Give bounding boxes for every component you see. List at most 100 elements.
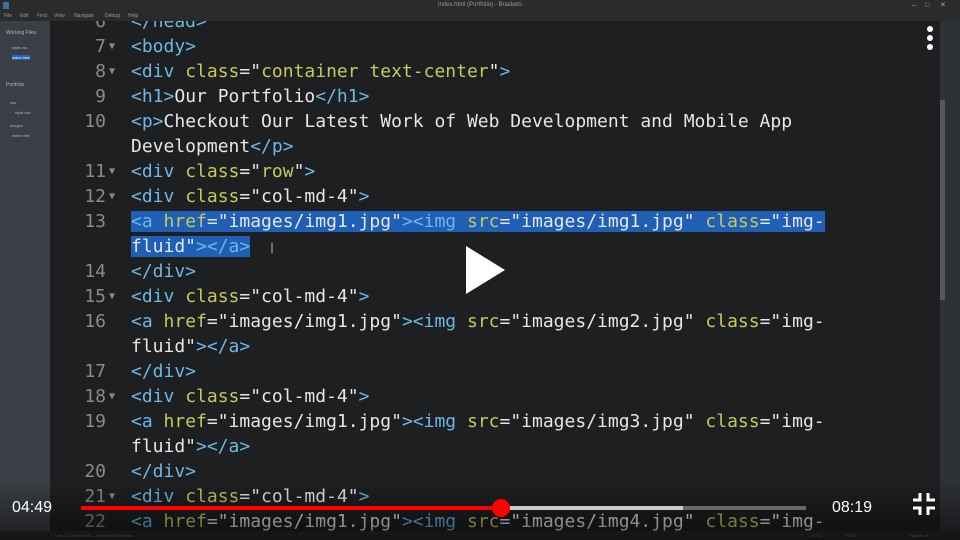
progress-scrubber-handle[interactable] (491, 499, 510, 517)
duration-time: 08:19 (832, 499, 873, 516)
fold-arrow-icon[interactable]: ▼ (109, 159, 115, 184)
code-line[interactable]: 10 <p>Checkout Our Latest Work of Web Dev… (51, 109, 940, 134)
code-token-tag: <div (131, 186, 186, 207)
fold-arrow-icon[interactable]: ▼ (109, 34, 115, 59)
code-token-str: fluid" (131, 236, 197, 257)
code-token-tag: > (358, 286, 370, 307)
window-title: index.html (Portfolio) - Brackets (438, 2, 522, 8)
line-number: 13 (84, 211, 106, 232)
code-token-tag: <a (131, 311, 164, 332)
line-number: 9 (95, 86, 106, 107)
close-icon: ✕ (940, 2, 946, 9)
code-token-str: = (239, 186, 251, 207)
play-button[interactable] (450, 240, 520, 300)
code-token-str: ="images/img1.jpg" (206, 211, 402, 232)
menu-help: Help (128, 13, 139, 19)
fullscreen-exit-icon (913, 493, 935, 515)
code-line[interactable]: 16 <a href="images/img1.jpg"><img src="im… (51, 309, 940, 334)
code-token-tag: </div> (131, 361, 197, 382)
code-token-attr: src (466, 311, 500, 332)
code-text: <a href="images/img1.jpg"><img src="imag… (131, 409, 825, 434)
line-number: 15 (84, 286, 106, 307)
minimize-icon: – (912, 2, 916, 9)
code-token-attr: class (185, 386, 240, 407)
code-token-tag: <h1> (131, 86, 175, 107)
code-line[interactable]: 11 ▼ <div class="row"> (51, 159, 940, 184)
code-token-str: = (239, 386, 251, 407)
line-number: 10 (84, 111, 106, 132)
code-text: fluid"></a> (131, 434, 250, 459)
tree-folder-images: images (10, 123, 23, 128)
code-token-str: "col-md-4" (250, 386, 359, 407)
line-number: 18 (84, 386, 106, 407)
more-options-button[interactable] (915, 24, 945, 54)
code-token-str: fluid" (131, 436, 197, 457)
code-token-str: ="images/img1.jpg" (206, 411, 402, 432)
code-token-attr: class (185, 161, 240, 182)
code-line[interactable]: Development</p> (51, 134, 940, 159)
code-token-tag: <div (131, 161, 186, 182)
code-line[interactable]: 18 ▼ <div class="col-md-4"> (51, 384, 940, 409)
code-line[interactable]: fluid"></a> (51, 434, 940, 459)
menu-file: File (4, 13, 13, 19)
code-token-str: ="img- (759, 211, 825, 232)
line-number: 7 (95, 36, 106, 57)
line-number: 12 (84, 186, 106, 207)
code-line[interactable]: 12 ▼ <div class="col-md-4"> (51, 184, 940, 209)
current-time: 04:49 (12, 499, 53, 516)
exit-fullscreen-button[interactable] (910, 490, 938, 518)
more-vertical-icon (927, 26, 933, 50)
fold-arrow-icon[interactable]: ▼ (109, 59, 115, 84)
code-line[interactable]: 8 ▼ <div class="container text-center"> (51, 59, 940, 84)
fold-arrow-icon[interactable]: ▼ (109, 384, 115, 409)
progress-bar[interactable] (81, 499, 806, 517)
code-token-tag: </div> (131, 461, 197, 482)
code-text: <div class="col-md-4"> (131, 384, 369, 409)
code-token-tag: ><img (401, 311, 467, 332)
code-text: <h1>Our Portfolio</h1> (131, 84, 369, 109)
text-cursor-icon (271, 243, 273, 253)
code-token-attr: container text-center (261, 61, 489, 82)
code-token-str: " (250, 61, 262, 82)
code-token-str: ="images/img2.jpg" (499, 311, 706, 332)
code-text: <p>Checkout Our Latest Work of Web Devel… (131, 109, 792, 134)
line-number: 14 (84, 261, 106, 282)
player-controls-shade (0, 480, 960, 540)
code-line[interactable]: fluid"></a> (51, 334, 940, 359)
code-token-tag: </div> (131, 261, 197, 282)
code-token-tag: </p> (250, 136, 294, 157)
code-line[interactable]: 19 <a href="images/img1.jpg"><img src="im… (51, 409, 940, 434)
line-number: 6 (95, 21, 106, 32)
code-token-str: ="img- (759, 411, 825, 432)
maximize-icon: □ (925, 2, 930, 9)
line-number: 19 (84, 411, 106, 432)
code-text: <div class="container text-center"> (131, 59, 510, 84)
code-token-attr: class (185, 286, 240, 307)
code-line[interactable]: 13 <a href="images/img1.jpg"><img src="im… (51, 209, 940, 234)
editor-title-bar: index.html (Portfolio) - Brackets – □ ✕ (0, 0, 960, 11)
code-text: <body> (131, 34, 196, 59)
fold-arrow-icon[interactable]: ▼ (109, 284, 115, 309)
code-text: Development</p> (131, 134, 294, 159)
editor-menu-bar: File Edit Find View Navigate Debug Help (0, 11, 960, 21)
code-line[interactable]: 9 <h1>Our Portfolio</h1> (51, 84, 940, 109)
code-line[interactable]: 17 </div> (51, 359, 940, 384)
working-files-header: Working Files (6, 30, 37, 36)
code-text: <a href="images/img1.jpg"><img src="imag… (131, 209, 825, 234)
code-text: fluid"></a> (131, 234, 251, 259)
code-line[interactable]: 7 ▼ <body> (51, 34, 940, 59)
code-token-attr: href (163, 211, 207, 232)
menu-edit: Edit (20, 13, 29, 19)
code-text: </head> (131, 21, 207, 34)
code-token-str: "col-md-4" (250, 286, 359, 307)
code-token-tag: <div (131, 386, 186, 407)
fold-arrow-icon[interactable]: ▼ (109, 184, 115, 209)
code-token-tag: ><img (401, 211, 467, 232)
code-line[interactable]: 6 </head> (51, 21, 940, 34)
code-text: <div class="row"> (131, 159, 315, 184)
code-token-tag: ><img (401, 411, 467, 432)
code-token-attr: class (705, 311, 760, 332)
working-file-index: index.html (12, 55, 31, 60)
code-token-str: Development (131, 136, 251, 157)
tree-folder-css: css (10, 100, 16, 105)
